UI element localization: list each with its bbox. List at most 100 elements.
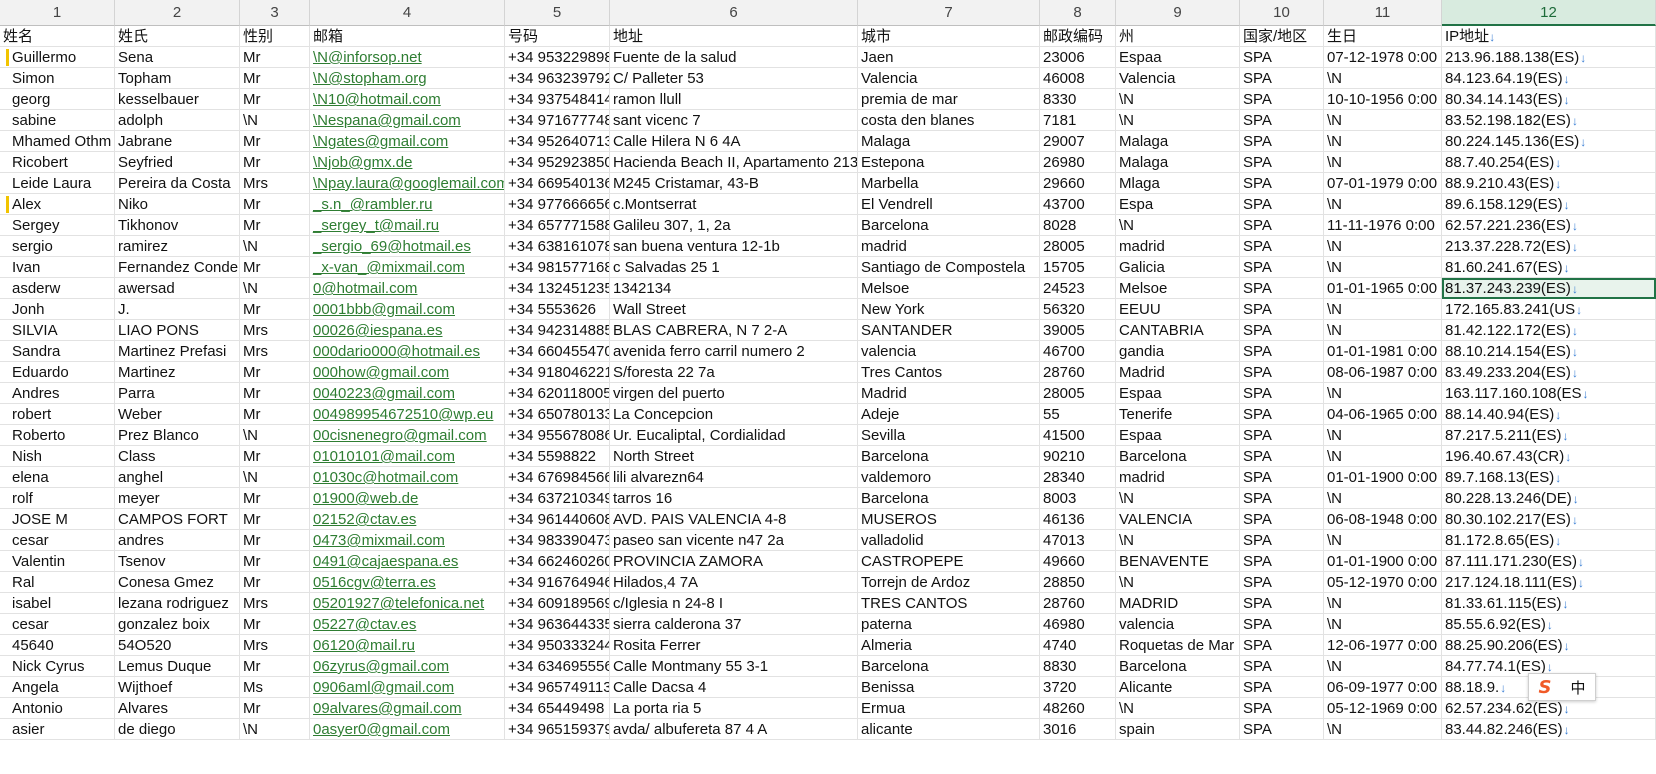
- cell-phone[interactable]: +34 132451235: [505, 278, 610, 299]
- cell-email[interactable]: 06120@mail.ru: [310, 635, 505, 656]
- cell-city[interactable]: Sevilla: [858, 425, 1040, 446]
- cell-last[interactable]: Martinez Prefasi: [115, 341, 240, 362]
- cell-last[interactable]: Conesa Gmez: [115, 572, 240, 593]
- cell-gender[interactable]: Mr: [240, 152, 310, 173]
- cell-gender[interactable]: Mrs: [240, 341, 310, 362]
- cell-address[interactable]: BLAS CABRERA, N 7 2-A: [610, 320, 858, 341]
- cell-email[interactable]: \Njob@gmx.de: [310, 152, 505, 173]
- cell-gender[interactable]: \N: [240, 236, 310, 257]
- cell-last[interactable]: J.: [115, 299, 240, 320]
- cell-last[interactable]: awersad: [115, 278, 240, 299]
- cell-state[interactable]: Galicia: [1116, 257, 1240, 278]
- cell-first[interactable]: Simon: [0, 68, 115, 89]
- cell-state[interactable]: madrid: [1116, 236, 1240, 257]
- column-header-5[interactable]: 5: [505, 0, 610, 26]
- cell-birthday[interactable]: 10-10-1956 0:00: [1324, 89, 1442, 110]
- cell-birthday[interactable]: \N: [1324, 110, 1442, 131]
- cell-phone[interactable]: +34 965159379: [505, 719, 610, 740]
- cell-last[interactable]: Class: [115, 446, 240, 467]
- cell-country[interactable]: SPA: [1240, 194, 1324, 215]
- cell-birthday[interactable]: \N: [1324, 320, 1442, 341]
- cell-ip[interactable]: 87.217.5.211(ES)↓: [1442, 425, 1656, 446]
- cell-address[interactable]: Galileu 307, 1, 2a: [610, 215, 858, 236]
- cell-ip[interactable]: 83.52.198.182(ES)↓: [1442, 110, 1656, 131]
- field-header-cell[interactable]: 邮箱: [310, 26, 505, 47]
- cell-state[interactable]: \N: [1116, 110, 1240, 131]
- cell-ip[interactable]: 217.124.18.111(ES)↓: [1442, 572, 1656, 593]
- cell-phone[interactable]: +34 918046221: [505, 362, 610, 383]
- cell-state[interactable]: Tenerife: [1116, 404, 1240, 425]
- cell-city[interactable]: Barcelona: [858, 446, 1040, 467]
- cell-first[interactable]: cesar: [0, 614, 115, 635]
- cell-email[interactable]: 05227@ctav.es: [310, 614, 505, 635]
- cell-phone[interactable]: +34 5598822: [505, 446, 610, 467]
- cell-country[interactable]: SPA: [1240, 509, 1324, 530]
- cell-country[interactable]: SPA: [1240, 236, 1324, 257]
- cell-first[interactable]: Ricobert: [0, 152, 115, 173]
- cell-state[interactable]: valencia: [1116, 614, 1240, 635]
- cell-first[interactable]: 45640: [0, 635, 115, 656]
- cell-country[interactable]: SPA: [1240, 551, 1324, 572]
- cell-gender[interactable]: Mr: [240, 299, 310, 320]
- cell-state[interactable]: Mlaga: [1116, 173, 1240, 194]
- cell-state[interactable]: Malaga: [1116, 131, 1240, 152]
- cell-first[interactable]: Nish: [0, 446, 115, 467]
- cell-email[interactable]: 0516cgv@terra.es: [310, 572, 505, 593]
- cell-first[interactable]: Antonio: [0, 698, 115, 719]
- cell-city[interactable]: CASTROPEPE: [858, 551, 1040, 572]
- cell-state[interactable]: CANTABRIA: [1116, 320, 1240, 341]
- cell-phone[interactable]: +34 981577168: [505, 257, 610, 278]
- cell-birthday[interactable]: \N: [1324, 152, 1442, 173]
- cell-gender[interactable]: \N: [240, 467, 310, 488]
- cell-first[interactable]: JOSE M: [0, 509, 115, 530]
- cell-phone[interactable]: +34 963644335: [505, 614, 610, 635]
- cell-gender[interactable]: Ms: [240, 677, 310, 698]
- cell-last[interactable]: Topham: [115, 68, 240, 89]
- cell-city[interactable]: Tres Cantos: [858, 362, 1040, 383]
- cell-phone[interactable]: +34 963239792: [505, 68, 610, 89]
- cell-country[interactable]: SPA: [1240, 425, 1324, 446]
- cell-birthday[interactable]: \N: [1324, 593, 1442, 614]
- cell-city[interactable]: New York: [858, 299, 1040, 320]
- cell-zip[interactable]: 47013: [1040, 530, 1116, 551]
- cell-email[interactable]: 004989954672510@wp.eu: [310, 404, 505, 425]
- cell-address[interactable]: Calle Hilera N 6 4A: [610, 131, 858, 152]
- cell-gender[interactable]: \N: [240, 278, 310, 299]
- cell-phone[interactable]: +34 65449498: [505, 698, 610, 719]
- cell-ip[interactable]: 81.42.122.172(ES)↓: [1442, 320, 1656, 341]
- cell-gender[interactable]: Mr: [240, 47, 310, 68]
- cell-phone[interactable]: +34 977666656: [505, 194, 610, 215]
- cell-state[interactable]: BENAVENTE: [1116, 551, 1240, 572]
- cell-ip[interactable]: 196.40.67.43(CR)↓: [1442, 446, 1656, 467]
- field-header-cell[interactable]: IP地址↓: [1442, 26, 1656, 47]
- cell-gender[interactable]: \N: [240, 719, 310, 740]
- cell-birthday[interactable]: \N: [1324, 614, 1442, 635]
- cell-first[interactable]: SILVIA: [0, 320, 115, 341]
- cell-ip[interactable]: 85.55.6.92(ES)↓: [1442, 614, 1656, 635]
- cell-state[interactable]: Valencia: [1116, 68, 1240, 89]
- cell-zip[interactable]: 29007: [1040, 131, 1116, 152]
- cell-gender[interactable]: Mr: [240, 656, 310, 677]
- cell-gender[interactable]: Mr: [240, 572, 310, 593]
- field-header-cell[interactable]: 姓名: [0, 26, 115, 47]
- cell-city[interactable]: paterna: [858, 614, 1040, 635]
- cell-email[interactable]: 0491@cajaespana.es: [310, 551, 505, 572]
- column-header-6[interactable]: 6: [610, 0, 858, 26]
- cell-city[interactable]: Madrid: [858, 383, 1040, 404]
- cell-ip[interactable]: 83.44.82.246(ES)↓: [1442, 719, 1656, 740]
- cell-email[interactable]: 02152@ctav.es: [310, 509, 505, 530]
- cell-last[interactable]: Prez Blanco: [115, 425, 240, 446]
- cell-address[interactable]: c Salvadas 25 1: [610, 257, 858, 278]
- column-header-11[interactable]: 11: [1324, 0, 1442, 26]
- cell-last[interactable]: adolph: [115, 110, 240, 131]
- cell-email[interactable]: 01010101@mail.com: [310, 446, 505, 467]
- cell-city[interactable]: Ermua: [858, 698, 1040, 719]
- cell-phone[interactable]: +34 657771588: [505, 215, 610, 236]
- cell-first[interactable]: Leide Laura: [0, 173, 115, 194]
- cell-state[interactable]: VALENCIA: [1116, 509, 1240, 530]
- cell-city[interactable]: valencia: [858, 341, 1040, 362]
- cell-city[interactable]: MUSEROS: [858, 509, 1040, 530]
- cell-zip[interactable]: 28850: [1040, 572, 1116, 593]
- cell-city[interactable]: Barcelona: [858, 488, 1040, 509]
- cell-zip[interactable]: 55: [1040, 404, 1116, 425]
